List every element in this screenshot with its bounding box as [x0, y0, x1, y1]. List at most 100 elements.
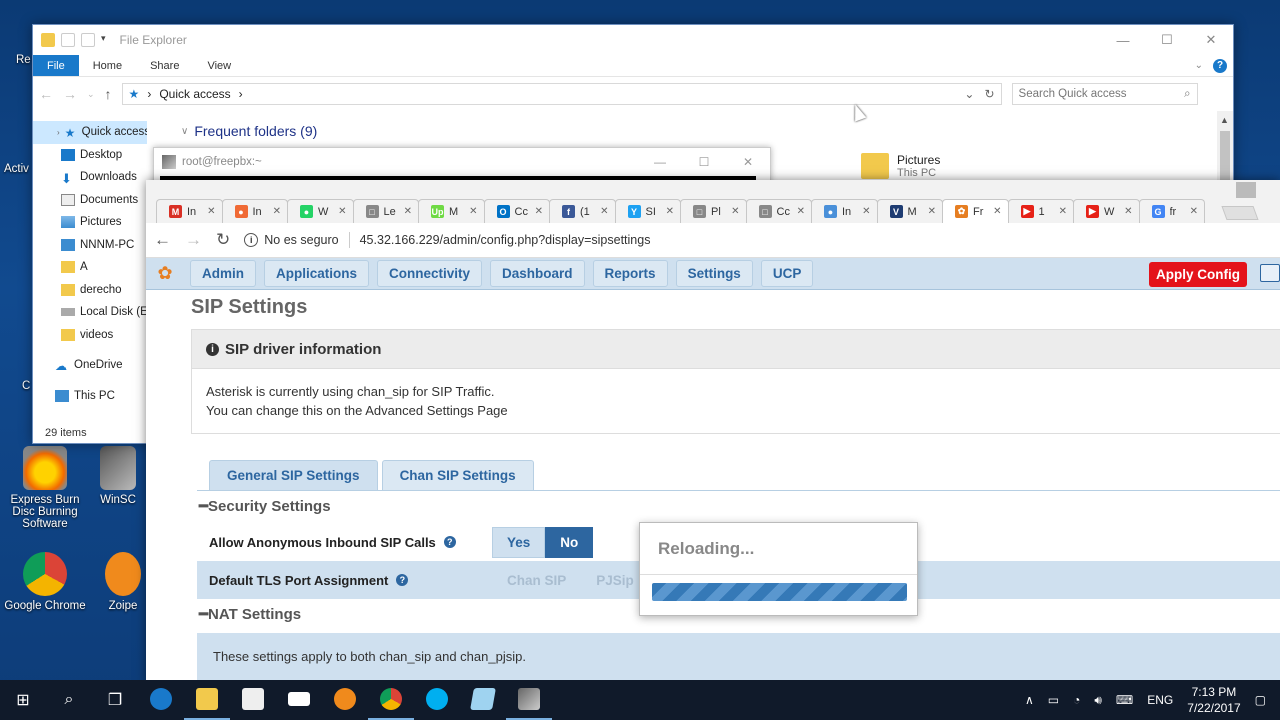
taskbar-notes[interactable] — [460, 680, 506, 720]
task-view-icon[interactable]: ❐ — [92, 680, 138, 720]
menu-reports[interactable]: Reports — [592, 260, 668, 287]
info-icon[interactable]: i — [244, 233, 259, 247]
nav-item-videos[interactable]: videos — [33, 324, 147, 347]
tab-home[interactable]: Home — [79, 55, 136, 76]
browser-tab[interactable]: V M ✕ — [876, 199, 943, 223]
tab-general-sip-settings[interactable]: General SIP Settings — [209, 460, 378, 490]
close-tab-icon[interactable]: ✕ — [993, 206, 1001, 217]
language-icon[interactable] — [1260, 264, 1280, 282]
taskbar-mail[interactable] — [276, 680, 322, 720]
forward-arrow-icon[interactable]: → — [63, 86, 77, 102]
tab-chan-sip-settings[interactable]: Chan SIP Settings — [381, 460, 534, 490]
desktop-icon-fragment-2[interactable]: C — [22, 380, 30, 392]
network-icon[interactable]: ◔ — [1073, 693, 1080, 707]
keyboard-icon[interactable]: ⌨ — [1116, 693, 1133, 707]
chan-sip-option[interactable]: Chan SIP — [492, 565, 581, 596]
close-button[interactable]: ✕ — [726, 148, 770, 176]
apply-config-button[interactable]: Apply Config — [1149, 262, 1247, 287]
browser-tab[interactable]: ▶ W ✕ — [1073, 199, 1140, 223]
taskbar-edge[interactable] — [138, 680, 184, 720]
start-button[interactable]: ⊞ — [0, 680, 46, 720]
menu-settings[interactable]: Settings — [675, 260, 753, 287]
close-tab-icon[interactable]: ✕ — [731, 206, 739, 217]
taskbar-putty[interactable] — [506, 680, 552, 720]
freepbx-logo-icon[interactable]: ✿ — [148, 260, 182, 288]
desktop-icon-google-chrome[interactable]: Google Chrome — [0, 552, 90, 612]
close-tab-icon[interactable]: ✕ — [797, 206, 805, 217]
profile-icon[interactable] — [1236, 182, 1256, 198]
menu-applications[interactable]: Applications — [264, 260, 370, 287]
browser-tab[interactable]: f (1 ✕ — [549, 199, 616, 223]
up-arrow-icon[interactable]: ↑ — [105, 86, 112, 102]
nav-item-onedrive[interactable]: ☁ OneDrive — [33, 354, 147, 377]
menu-admin[interactable]: Admin — [190, 260, 256, 287]
expand-chevron-icon[interactable]: › — [57, 128, 60, 137]
scroll-up-icon[interactable]: ▲ — [1220, 115, 1229, 125]
browser-tab[interactable]: ▶ 1 ✕ — [1007, 199, 1074, 223]
recent-locations-icon[interactable]: ⌄ — [87, 89, 95, 100]
chevron-down-icon[interactable]: ▾ — [101, 33, 106, 47]
browser-tab[interactable]: □ Pl ✕ — [680, 199, 747, 223]
language-indicator[interactable]: ENG — [1147, 693, 1173, 707]
notifications-icon[interactable]: ▢ — [1255, 693, 1266, 707]
nav-item-a[interactable]: A — [33, 256, 147, 279]
nav-item-quick-access[interactable]: › ★ Quick access — [33, 121, 147, 144]
minimize-button[interactable]: — — [638, 148, 682, 176]
clock[interactable]: 7:13 PM 7/22/2017 — [1187, 684, 1240, 716]
volume-icon[interactable]: 🔊︎ — [1094, 693, 1102, 708]
back-arrow-icon[interactable]: ← — [154, 230, 171, 250]
close-tab-icon[interactable]: ✕ — [404, 206, 412, 217]
expand-ribbon-icon[interactable]: ⌄ — [1195, 60, 1203, 71]
browser-tab[interactable]: Up M ✕ — [418, 199, 485, 223]
browser-tab[interactable]: ● W ✕ — [287, 199, 354, 223]
browser-tab[interactable]: ✿ Fr ✕ — [942, 199, 1009, 223]
menu-ucp[interactable]: UCP — [760, 260, 814, 287]
nav-item-this-pc[interactable]: This PC — [33, 385, 147, 408]
folder-tile-pictures[interactable]: Pictures This PC — [861, 153, 940, 179]
desktop-icon-express-burn[interactable]: Express Burn Disc Burning Software — [0, 446, 90, 530]
close-tab-icon[interactable]: ✕ — [928, 206, 936, 217]
omnibox[interactable]: i No es seguro 45.32.166.229/admin/confi… — [244, 232, 650, 248]
recycle-bin-label-fragment[interactable]: Re — [16, 54, 31, 66]
maximize-button[interactable]: ☐ — [1145, 25, 1189, 55]
breadcrumb-quick-access[interactable]: Quick access — [159, 87, 230, 101]
tab-share[interactable]: Share — [136, 55, 193, 76]
new-tab-button[interactable] — [1221, 206, 1259, 220]
tab-view[interactable]: View — [193, 55, 245, 76]
maximize-button[interactable]: ☐ — [682, 148, 726, 176]
close-tab-icon[interactable]: ✕ — [1059, 206, 1067, 217]
search-input[interactable]: Search Quick access ⌕ — [1011, 83, 1198, 105]
file-explorer-titlebar[interactable]: ▾ File Explorer — ☐ ✕ — [33, 25, 1233, 55]
help-icon[interactable]: ? — [1213, 58, 1227, 73]
minimize-button[interactable]: — — [1101, 25, 1145, 55]
taskbar-file-explorer[interactable] — [184, 680, 230, 720]
close-tab-icon[interactable]: ✕ — [600, 206, 608, 217]
close-tab-icon[interactable]: ✕ — [469, 206, 477, 217]
back-arrow-icon[interactable]: ← — [39, 86, 53, 102]
browser-tab[interactable]: M In ✕ — [156, 199, 223, 223]
browser-tab[interactable]: O Cc ✕ — [483, 199, 550, 223]
taskbar-store[interactable] — [230, 680, 276, 720]
desktop-icon-zoiper[interactable]: Zoipe — [100, 552, 146, 612]
help-icon[interactable]: ? — [396, 574, 409, 586]
taskbar-zoiper[interactable] — [322, 680, 368, 720]
no-option[interactable]: No — [545, 526, 594, 558]
browser-tab[interactable]: □ Cc ✕ — [745, 199, 812, 223]
desktop-icon-winscp[interactable]: WinSC — [88, 446, 148, 506]
close-tab-icon[interactable]: ✕ — [862, 206, 870, 217]
close-tab-icon[interactable]: ✕ — [338, 206, 346, 217]
forward-arrow-icon[interactable]: → — [185, 230, 202, 250]
yes-option[interactable]: Yes — [492, 526, 546, 558]
close-button[interactable]: ✕ — [1189, 25, 1233, 55]
url-text[interactable]: 45.32.166.229/admin/config.php?display=s… — [360, 233, 651, 247]
address-input[interactable]: ★ › Quick access › ⌄ ↻ — [121, 83, 1002, 105]
desktop-icon-fragment[interactable]: Activ — [4, 163, 29, 175]
security-label[interactable]: No es seguro — [264, 233, 338, 247]
nav-item-pictures[interactable]: Pictures — [33, 211, 147, 234]
browser-tab[interactable]: ● In ✕ — [221, 199, 288, 223]
refresh-icon[interactable]: ↻ — [984, 87, 994, 101]
nav-item-derecho[interactable]: derecho — [33, 279, 147, 302]
menu-dashboard[interactable]: Dashboard — [490, 260, 585, 287]
nav-item-downloads[interactable]: ⬇ Downloads — [33, 166, 147, 189]
nav-item-desktop[interactable]: Desktop — [33, 144, 147, 167]
